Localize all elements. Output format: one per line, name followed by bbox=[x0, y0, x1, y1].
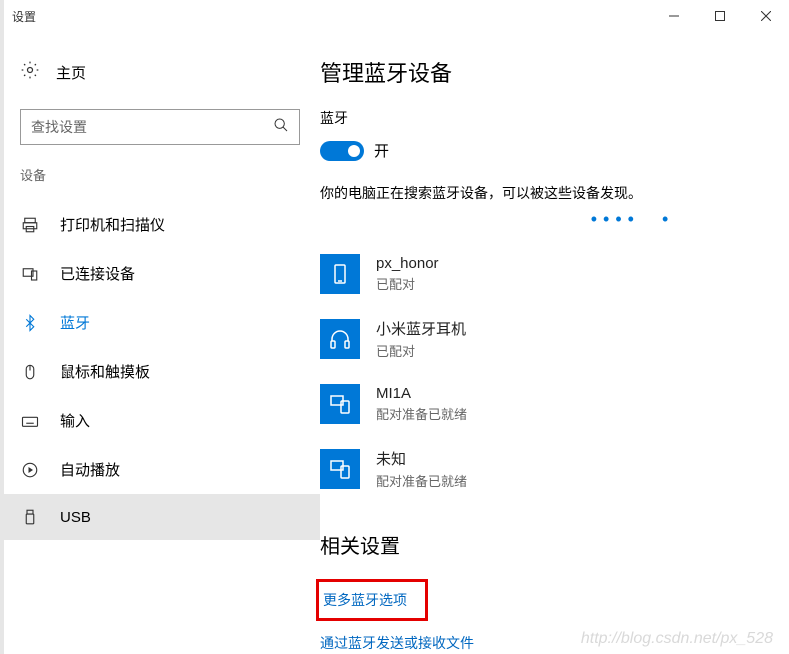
minimize-icon bbox=[669, 11, 679, 21]
content-pane: 管理蓝牙设备 蓝牙 开 你的电脑正在搜索蓝牙设备，可以被这些设备发现。 ••••… bbox=[320, 32, 789, 654]
sidebar-item-bluetooth[interactable]: 蓝牙 bbox=[0, 298, 320, 347]
loading-indicator: •••• • bbox=[320, 203, 765, 246]
device-item[interactable]: px_honor 已配对 bbox=[320, 246, 765, 302]
sidebar-category: 设备 bbox=[0, 165, 320, 184]
close-icon bbox=[761, 11, 771, 21]
sidebar-item-label: 已连接设备 bbox=[60, 263, 135, 284]
bluetooth-icon bbox=[20, 314, 40, 332]
sidebar-item-mouse[interactable]: 鼠标和触摸板 bbox=[0, 347, 320, 396]
toggle-knob bbox=[348, 145, 360, 157]
search-input[interactable] bbox=[31, 119, 273, 135]
sidebar-item-label: 打印机和扫描仪 bbox=[60, 214, 165, 235]
autoplay-icon bbox=[20, 461, 40, 479]
bluetooth-label: 蓝牙 bbox=[320, 108, 765, 128]
device-list: px_honor 已配对 小米蓝牙耳机 已配对 MI1A 配对准备已就绪 bbox=[320, 246, 765, 498]
sidebar-item-usb[interactable]: USB bbox=[0, 494, 320, 540]
window-title: 设置 bbox=[12, 8, 36, 25]
printer-icon bbox=[20, 216, 40, 234]
titlebar: 设置 bbox=[0, 0, 789, 32]
sidebar: 主页 设备 打印机和扫描仪 已连接设备 蓝牙 鼠标和 bbox=[0, 32, 320, 654]
device-name: px_honor bbox=[376, 255, 439, 272]
main-container: 主页 设备 打印机和扫描仪 已连接设备 蓝牙 鼠标和 bbox=[0, 32, 789, 654]
minimize-button[interactable] bbox=[651, 0, 697, 32]
device-name: 小米蓝牙耳机 bbox=[376, 318, 466, 339]
device-item[interactable]: 未知 配对准备已就绪 bbox=[320, 440, 765, 498]
watermark: http://blog.csdn.net/px_528 bbox=[581, 630, 773, 648]
device-item[interactable]: MI1A 配对准备已就绪 bbox=[320, 376, 765, 432]
home-label: 主页 bbox=[56, 62, 86, 83]
usb-icon bbox=[20, 508, 40, 526]
bluetooth-toggle[interactable] bbox=[320, 141, 364, 161]
window-controls bbox=[651, 0, 789, 32]
sidebar-item-autoplay[interactable]: 自动播放 bbox=[0, 445, 320, 494]
phone-pc-icon bbox=[320, 384, 360, 424]
device-item[interactable]: 小米蓝牙耳机 已配对 bbox=[320, 310, 765, 368]
search-status: 你的电脑正在搜索蓝牙设备，可以被这些设备发现。 bbox=[320, 183, 765, 203]
sidebar-item-label: 输入 bbox=[60, 410, 90, 431]
sidebar-item-label: 蓝牙 bbox=[60, 312, 90, 333]
link-more-bt-options[interactable]: 更多蓝牙选项 bbox=[316, 579, 428, 621]
device-status: 已配对 bbox=[376, 341, 466, 360]
search-box[interactable] bbox=[20, 109, 300, 145]
keyboard-icon bbox=[20, 412, 40, 430]
sidebar-item-printers[interactable]: 打印机和扫描仪 bbox=[0, 200, 320, 249]
device-status: 配对准备已就绪 bbox=[376, 404, 467, 423]
toggle-state-label: 开 bbox=[374, 140, 389, 161]
nav-list: 打印机和扫描仪 已连接设备 蓝牙 鼠标和触摸板 输入 自动播放 bbox=[0, 200, 320, 540]
gear-icon bbox=[20, 60, 40, 85]
related-heading: 相关设置 bbox=[320, 530, 765, 559]
sidebar-item-typing[interactable]: 输入 bbox=[0, 396, 320, 445]
maximize-button[interactable] bbox=[697, 0, 743, 32]
phone-icon bbox=[320, 254, 360, 294]
device-name: MI1A bbox=[376, 385, 467, 402]
sidebar-item-label: 鼠标和触摸板 bbox=[60, 361, 150, 382]
window-left-border bbox=[0, 0, 4, 654]
device-icon bbox=[20, 265, 40, 283]
mouse-icon bbox=[20, 363, 40, 381]
home-nav[interactable]: 主页 bbox=[0, 52, 320, 93]
phone-pc-icon bbox=[320, 449, 360, 489]
device-status: 已配对 bbox=[376, 274, 439, 293]
sidebar-item-label: USB bbox=[60, 509, 91, 526]
device-name: 未知 bbox=[376, 448, 467, 469]
sidebar-item-label: 自动播放 bbox=[60, 459, 120, 480]
device-status: 配对准备已就绪 bbox=[376, 471, 467, 490]
search-icon bbox=[273, 117, 289, 138]
maximize-icon bbox=[715, 11, 725, 21]
sidebar-item-connected[interactable]: 已连接设备 bbox=[0, 249, 320, 298]
headset-icon bbox=[320, 319, 360, 359]
page-heading: 管理蓝牙设备 bbox=[320, 56, 765, 88]
close-button[interactable] bbox=[743, 0, 789, 32]
